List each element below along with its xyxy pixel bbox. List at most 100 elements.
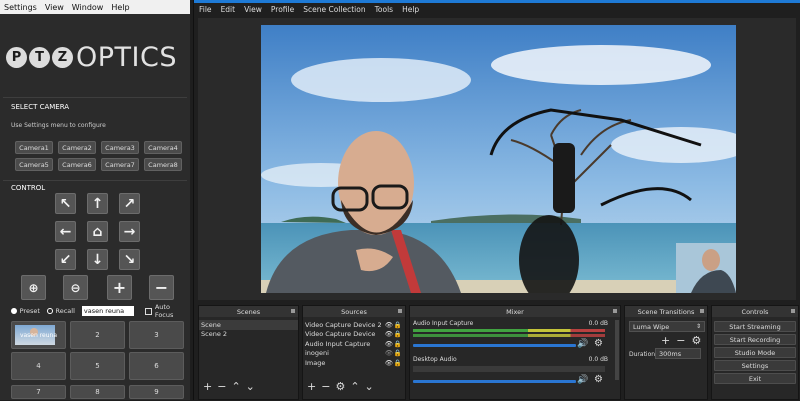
- zoom-in-button[interactable]: ⊕: [21, 275, 46, 300]
- preset-1-button[interactable]: vasen reuna: [11, 321, 66, 349]
- scene-item[interactable]: Scene: [199, 320, 298, 330]
- gear-icon[interactable]: ⚙: [594, 338, 603, 349]
- recall-name-input[interactable]: vasen reuna: [81, 306, 135, 316]
- move-down-icon[interactable]: ⌄: [365, 380, 374, 393]
- pan-left-button[interactable]: ←: [55, 221, 76, 242]
- plus-icon: +: [112, 278, 127, 297]
- controls-title: Controls: [712, 306, 798, 317]
- tilt-down-button[interactable]: ↓: [87, 249, 108, 270]
- lock-icon[interactable]: 🔒: [394, 340, 402, 348]
- obs-menu-view[interactable]: View: [244, 5, 262, 14]
- ptz-menu-bar: Settings View Window Help: [0, 0, 190, 14]
- preset-radio[interactable]: [11, 308, 17, 314]
- pan-up-right-button[interactable]: ↗: [119, 193, 140, 214]
- eye-icon[interactable]: 👁: [385, 321, 393, 329]
- preset-3-button[interactable]: 3: [129, 321, 184, 349]
- ptz-menu-view[interactable]: View: [45, 3, 64, 12]
- source-item[interactable]: Image 👁 🔒: [303, 358, 405, 368]
- ptz-menu-settings[interactable]: Settings: [4, 3, 37, 12]
- add-transition-icon[interactable]: +: [661, 334, 670, 347]
- gear-icon[interactable]: ⚙: [594, 374, 603, 385]
- gear-icon[interactable]: ⚙: [691, 334, 701, 347]
- exit-button[interactable]: Exit: [714, 373, 796, 384]
- preset-5-button[interactable]: 5: [70, 352, 125, 380]
- move-up-icon[interactable]: ⌃: [350, 380, 359, 393]
- focus-minus-button[interactable]: −: [149, 275, 174, 300]
- volume-slider[interactable]: [413, 344, 576, 347]
- lock-icon[interactable]: 🔒: [394, 321, 402, 329]
- lock-icon[interactable]: 🔒: [394, 330, 402, 338]
- sources-title: Sources: [303, 306, 405, 317]
- pan-right-button[interactable]: →: [119, 221, 140, 242]
- pan-up-left-button[interactable]: ↖: [55, 193, 76, 214]
- source-name: Audio Input Capture: [305, 339, 371, 348]
- home-icon: ⌂: [92, 223, 103, 240]
- source-item[interactable]: Audio Input Capture 👁 🔒: [303, 339, 405, 349]
- eye-hidden-icon[interactable]: 👁: [385, 349, 393, 357]
- obs-menu-edit[interactable]: Edit: [221, 5, 236, 14]
- eye-icon[interactable]: 👁: [385, 359, 393, 367]
- preset-2-button[interactable]: 2: [70, 321, 125, 349]
- remove-source-icon[interactable]: −: [321, 380, 330, 393]
- start-recording-button[interactable]: Start Recording: [714, 334, 796, 345]
- lock-icon[interactable]: 🔒: [394, 359, 402, 367]
- logo-brand-text: OPTICS: [76, 41, 177, 73]
- speaker-icon[interactable]: 🔊: [577, 339, 588, 349]
- volume-slider[interactable]: [413, 380, 576, 383]
- scenes-title: Scenes: [199, 306, 298, 317]
- camera4-button[interactable]: Camera4: [144, 141, 182, 154]
- auto-focus-checkbox[interactable]: [145, 307, 152, 315]
- transition-select[interactable]: Luma Wipe ⇕: [629, 321, 705, 332]
- preset-9-button[interactable]: 9: [129, 385, 184, 399]
- gear-icon[interactable]: ⚙: [335, 380, 345, 393]
- camera1-button[interactable]: Camera1: [15, 141, 53, 154]
- settings-button[interactable]: Settings: [714, 360, 796, 371]
- focus-plus-button[interactable]: +: [107, 275, 132, 300]
- studio-mode-button[interactable]: Studio Mode: [714, 347, 796, 358]
- pan-down-left-button[interactable]: ↙: [55, 249, 76, 270]
- obs-menu-profile[interactable]: Profile: [271, 5, 294, 14]
- channel-name: Desktop Audio: [413, 356, 457, 363]
- add-source-icon[interactable]: +: [307, 380, 316, 393]
- duration-input[interactable]: 300ms: [655, 348, 701, 359]
- camera2-button[interactable]: Camera2: [58, 141, 96, 154]
- obs-menu-file[interactable]: File: [199, 5, 212, 14]
- camera7-button[interactable]: Camera7: [101, 158, 139, 171]
- source-item[interactable]: inogeni 👁 🔒: [303, 349, 405, 359]
- camera3-button[interactable]: Camera3: [101, 141, 139, 154]
- mixer-scrollbar[interactable]: [615, 320, 619, 380]
- preset-7-button[interactable]: 7: [11, 385, 66, 399]
- obs-menu-tools[interactable]: Tools: [375, 5, 393, 14]
- pan-down-right-button[interactable]: ↘: [119, 249, 140, 270]
- preset-8-button[interactable]: 8: [70, 385, 125, 399]
- lock-icon[interactable]: 🔒: [394, 349, 402, 357]
- speaker-icon[interactable]: 🔊: [577, 375, 588, 385]
- ptz-menu-help[interactable]: Help: [111, 3, 129, 12]
- obs-menu-help[interactable]: Help: [402, 5, 419, 14]
- zoom-out-button[interactable]: ⊖: [63, 275, 88, 300]
- obs-menu-scene-collection[interactable]: Scene Collection: [303, 5, 365, 14]
- home-button[interactable]: ⌂: [87, 221, 108, 242]
- scene-item[interactable]: Scene 2: [199, 330, 298, 340]
- move-up-icon[interactable]: ⌃: [231, 380, 240, 393]
- audio-meter: [413, 334, 605, 337]
- recall-radio[interactable]: [46, 308, 53, 314]
- camera8-button[interactable]: Camera8: [144, 158, 182, 171]
- start-streaming-button[interactable]: Start Streaming: [714, 321, 796, 332]
- preset-6-button[interactable]: 6: [129, 352, 184, 380]
- eye-icon[interactable]: 👁: [385, 340, 393, 348]
- camera6-button[interactable]: Camera6: [58, 158, 96, 171]
- remove-scene-icon[interactable]: −: [217, 380, 226, 393]
- move-down-icon[interactable]: ⌄: [246, 380, 255, 393]
- source-item[interactable]: Video Capture Device 2 👁 🔒: [303, 320, 405, 330]
- eye-icon[interactable]: 👁: [385, 330, 393, 338]
- remove-transition-icon[interactable]: −: [676, 334, 685, 347]
- preset-4-button[interactable]: 4: [11, 352, 66, 380]
- add-scene-icon[interactable]: +: [203, 380, 212, 393]
- camera-preview[interactable]: [261, 25, 736, 293]
- tilt-up-button[interactable]: ↑: [87, 193, 108, 214]
- control-title: CONTROL: [11, 184, 46, 192]
- ptz-menu-window[interactable]: Window: [72, 3, 104, 12]
- source-item[interactable]: Video Capture Device 👁 🔒: [303, 330, 405, 340]
- camera5-button[interactable]: Camera5: [15, 158, 53, 171]
